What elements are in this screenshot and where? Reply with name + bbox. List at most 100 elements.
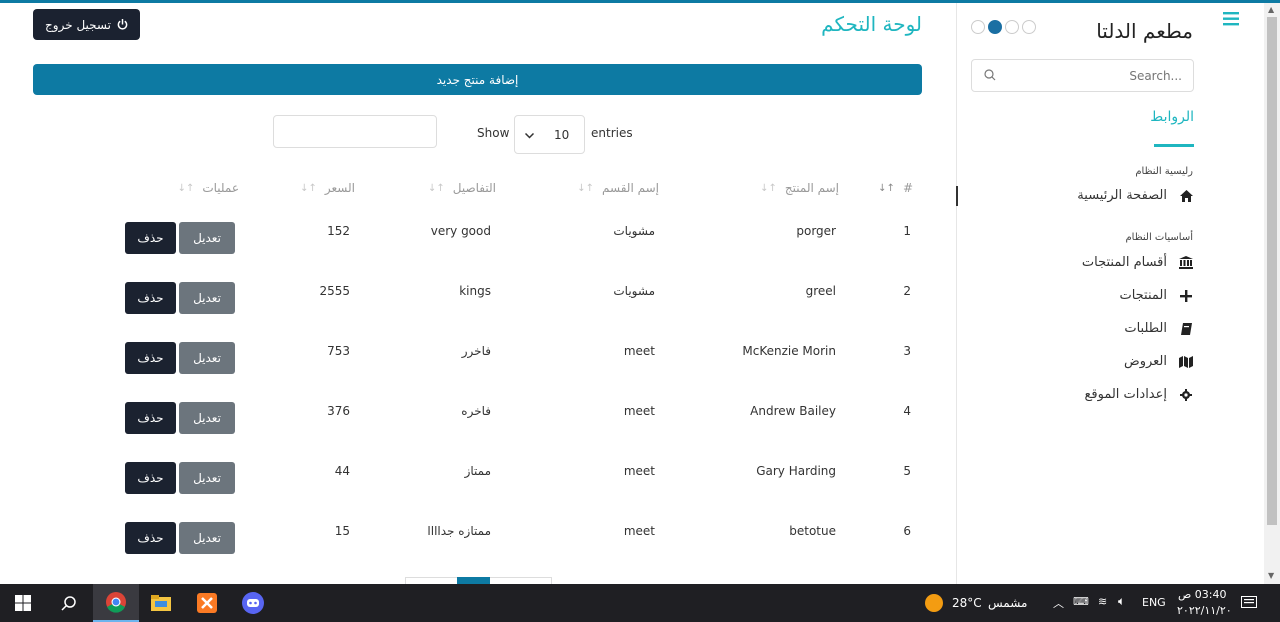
cell-product-name: Andrew Bailey xyxy=(750,404,836,418)
delete-button[interactable]: حذف xyxy=(125,522,176,554)
edit-button[interactable]: تعديل xyxy=(179,222,235,254)
sidebar-item-label: إعدادات الموقع xyxy=(1084,387,1167,402)
edit-button[interactable]: تعديل xyxy=(179,402,235,434)
home-icon xyxy=(1179,189,1193,203)
chevron-down-icon xyxy=(524,128,535,142)
delete-button[interactable]: حذف xyxy=(125,342,176,374)
tray-chevron-up-icon[interactable]: ︿ xyxy=(1053,595,1064,611)
cell-product-name: Gary Harding xyxy=(756,464,836,478)
header-category[interactable]: إسم القسم ↑↓ xyxy=(577,181,659,195)
theme-dots xyxy=(971,20,1036,34)
cell-details: very good xyxy=(430,224,491,238)
volume-icon[interactable]: 🔈︎ xyxy=(1118,594,1125,609)
cell-index: 5 xyxy=(903,464,911,478)
wifi-icon[interactable]: ≋ xyxy=(1098,595,1107,608)
add-product-button[interactable]: إضافة منتج جديد xyxy=(33,64,922,95)
chrome-icon[interactable] xyxy=(93,584,139,622)
discord-icon[interactable] xyxy=(240,584,266,622)
file-explorer-icon[interactable] xyxy=(148,584,174,622)
sidebar-item-orders[interactable]: الطلبات xyxy=(1124,321,1193,336)
sidebar-item-label: العروض xyxy=(1123,354,1167,369)
scrollbar-thumb[interactable] xyxy=(1267,17,1277,525)
delete-button[interactable]: حذف xyxy=(125,282,176,314)
power-icon xyxy=(117,19,128,30)
header-product-name[interactable]: إسم المنتج ↑↓ xyxy=(760,181,839,195)
active-indicator xyxy=(956,186,958,206)
book-icon xyxy=(1179,322,1193,336)
taskbar-search-icon[interactable] xyxy=(56,584,82,622)
sort-icon: ↑↓ xyxy=(577,182,595,194)
cell-index: 4 xyxy=(903,404,911,418)
sidebar: مطعم الدلتا الروابط رليسية النظام الصفحة… xyxy=(956,3,1264,584)
cell-price: 44 xyxy=(334,464,350,478)
entries-label: entries xyxy=(591,126,633,140)
section-label-basics: أساسيات النظام xyxy=(1125,232,1193,243)
delete-button[interactable]: حذف xyxy=(125,402,176,434)
cell-category: meet xyxy=(623,404,655,418)
cell-category: مشويات xyxy=(613,284,655,298)
header-index[interactable]: # ↑↓ xyxy=(878,181,913,195)
theme-dot[interactable] xyxy=(1005,20,1019,34)
plus-icon xyxy=(1179,289,1193,303)
hamburger-menu-icon[interactable] xyxy=(1223,12,1239,30)
cell-price: 753 xyxy=(327,344,350,358)
sidebar-item-offers[interactable]: العروض xyxy=(1124,354,1193,369)
header-actions[interactable]: عمليات ↑↓ xyxy=(178,181,239,195)
scroll-up-icon[interactable]: ▲ xyxy=(1268,5,1274,14)
sidebar-item-home[interactable]: الصفحة الرئيسية xyxy=(1077,188,1193,203)
delete-button[interactable]: حذف xyxy=(125,222,176,254)
scroll-down-icon[interactable]: ▼ xyxy=(1268,571,1274,580)
cell-index: 2 xyxy=(903,284,911,298)
links-heading: الروابط xyxy=(1150,109,1194,125)
clock-date[interactable]: ٢٠٢٢/١١/٢٠ xyxy=(1177,604,1232,617)
theme-dot[interactable] xyxy=(971,20,985,34)
notification-icon[interactable] xyxy=(1238,584,1260,622)
search-input[interactable] xyxy=(1002,60,1182,91)
table-search-input[interactable] xyxy=(273,115,437,148)
cell-details: فاخرر xyxy=(461,344,491,358)
language-indicator[interactable]: ENG xyxy=(1142,596,1166,609)
cell-product-name: greel xyxy=(805,284,836,298)
cell-price: 152 xyxy=(327,224,350,238)
sidebar-item-products[interactable]: المنتجات xyxy=(1119,288,1193,303)
cell-details: ممتاز xyxy=(464,464,491,478)
cell-price: 2555 xyxy=(319,284,350,298)
weather-temp: 28°C xyxy=(952,596,982,610)
sort-icon: ↑↓ xyxy=(177,182,195,194)
bank-icon xyxy=(1179,256,1193,270)
section-label-main: رليسية النظام xyxy=(1135,166,1193,177)
edit-button[interactable]: تعديل xyxy=(179,462,235,494)
sidebar-search[interactable] xyxy=(971,59,1194,92)
cell-index: 1 xyxy=(903,224,911,238)
sort-icon: ↑↓ xyxy=(300,182,317,194)
sidebar-item-settings[interactable]: إعدادات الموقع xyxy=(1084,387,1193,402)
xampp-icon[interactable] xyxy=(194,584,220,622)
cell-details: kings xyxy=(459,284,491,298)
header-price[interactable]: السعر ↑↓ xyxy=(300,181,355,195)
cell-details: فاخره xyxy=(461,404,491,418)
vertical-scrollbar[interactable]: ▲ ▼ xyxy=(1264,3,1280,584)
entries-select[interactable]: 10 xyxy=(514,115,585,154)
edit-button[interactable]: تعديل xyxy=(179,282,235,314)
cell-product-name: porger xyxy=(796,224,836,238)
delete-button[interactable]: حذف xyxy=(125,462,176,494)
theme-dot[interactable] xyxy=(1022,20,1036,34)
edit-button[interactable]: تعديل xyxy=(179,522,235,554)
sort-icon: ↑↓ xyxy=(760,182,777,194)
cell-category: meet xyxy=(623,344,655,358)
sort-icon: ↑↓ xyxy=(427,182,445,194)
theme-dot-active[interactable] xyxy=(988,20,1002,34)
cell-details: ممتازه جداااا xyxy=(427,524,491,538)
logout-button[interactable]: تسجيل خروج xyxy=(33,9,140,40)
sidebar-item-categories[interactable]: أقسام المنتجات xyxy=(1082,255,1193,270)
clock-time[interactable]: 03:40 ص xyxy=(1178,588,1227,601)
edit-button[interactable]: تعديل xyxy=(179,342,235,374)
sidebar-item-label: الطلبات xyxy=(1124,321,1167,336)
cell-price: 15 xyxy=(334,524,350,538)
windows-start-icon[interactable] xyxy=(10,584,36,622)
keyboard-icon[interactable]: ⌨ xyxy=(1073,595,1089,608)
weather-sun-icon[interactable] xyxy=(924,584,944,622)
cell-price: 376 xyxy=(327,404,350,418)
header-details[interactable]: التفاصيل ↑↓ xyxy=(428,181,496,195)
cell-product-name: betotue xyxy=(789,524,836,538)
